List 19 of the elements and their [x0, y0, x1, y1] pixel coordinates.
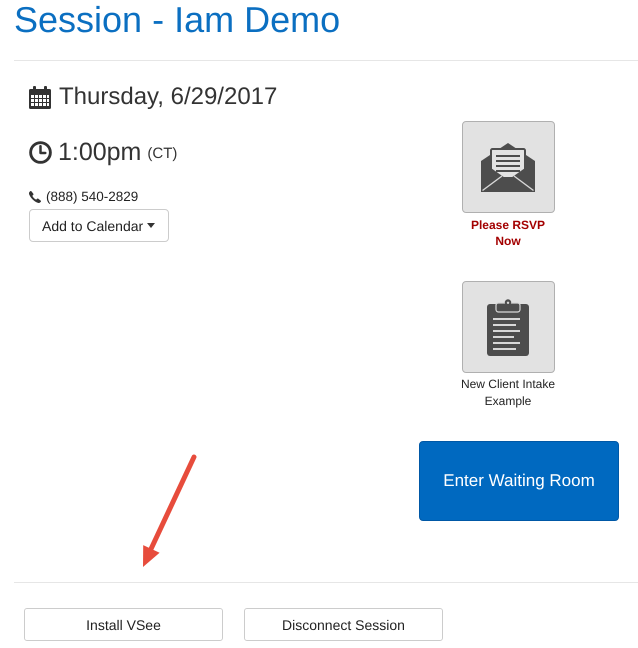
phone-number: (888) 540-2829	[46, 188, 138, 206]
rsvp-link[interactable]: Please RSVP Now	[458, 217, 558, 249]
add-to-calendar-dropdown[interactable]: Add to Calendar	[29, 209, 170, 242]
form-button[interactable]	[462, 281, 554, 373]
envelope-icon	[481, 142, 535, 192]
calendar-icon	[29, 86, 51, 108]
rsvp-button[interactable]	[462, 121, 554, 213]
phone-icon	[29, 191, 41, 203]
page-title: Session - Iam Demo	[14, 0, 340, 40]
footer-button[interactable]: Disconnect Session	[244, 608, 443, 641]
timezone-text: (CT)	[147, 144, 178, 164]
caret-icon	[147, 223, 156, 228]
enter-waiting-room-button[interactable]: Enter Waiting Room	[419, 441, 619, 521]
clipboard-icon	[487, 298, 529, 356]
time-text: 1:00pm	[58, 138, 142, 166]
date-text: Thursday, 6/29/2017	[59, 83, 278, 111]
clock-icon	[29, 140, 52, 164]
form-link[interactable]: New Client Intake Example	[458, 376, 558, 410]
footer-button[interactable]: Install VSee	[24, 608, 223, 641]
